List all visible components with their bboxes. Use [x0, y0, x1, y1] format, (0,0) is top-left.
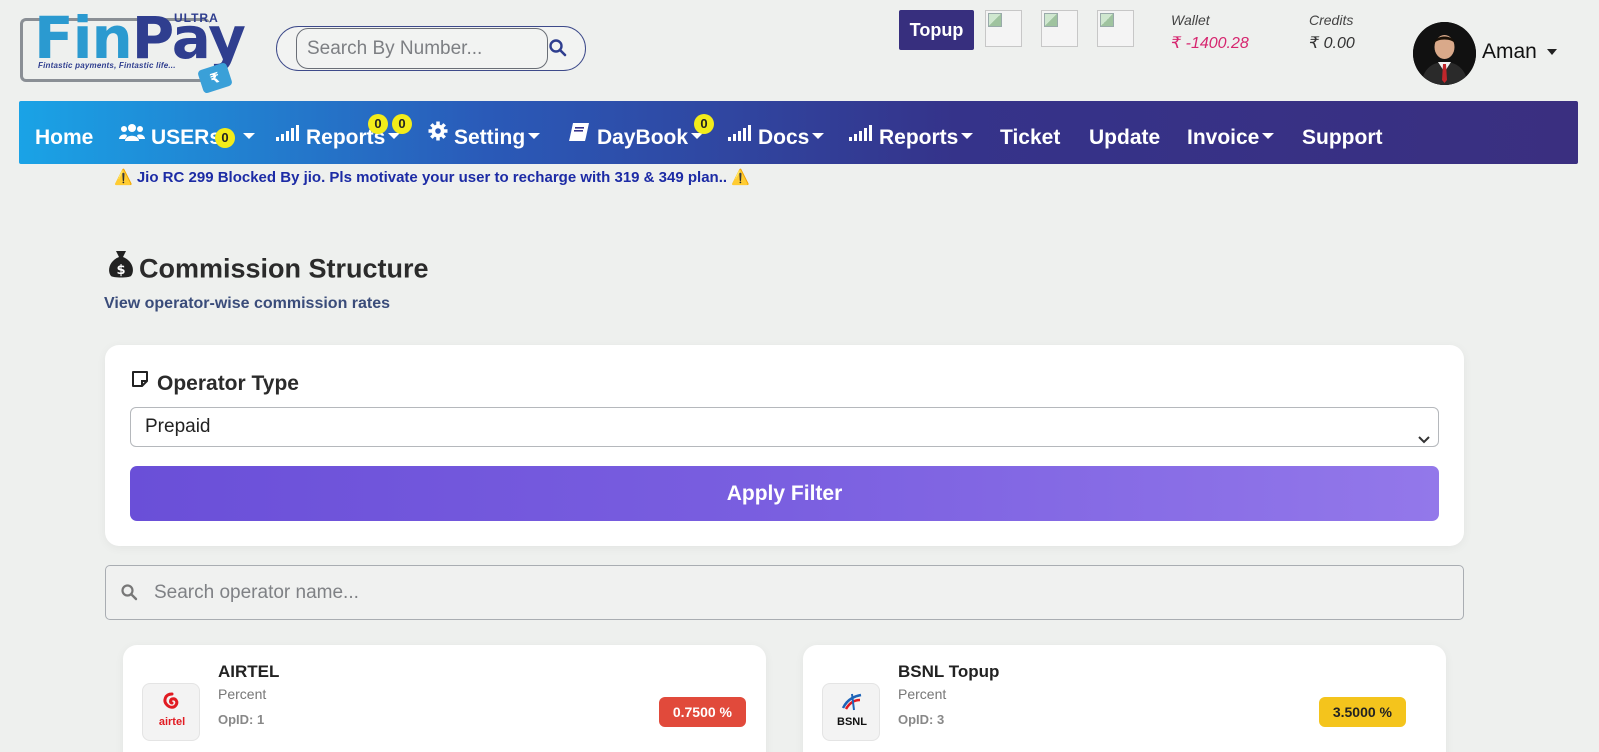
nav-ticket-label: Ticket: [1000, 126, 1061, 149]
chevron-down-icon: [691, 133, 704, 140]
nav-home[interactable]: Home: [35, 101, 93, 164]
book-icon: [569, 98, 591, 171]
number-search: [276, 26, 586, 71]
opid-label: OpID:: [898, 712, 934, 727]
avatar[interactable]: [1413, 22, 1476, 85]
wallet-label: Wallet: [1171, 12, 1210, 28]
signal-bars-icon: [849, 98, 873, 171]
nav-docs-label: Docs: [758, 126, 810, 149]
chevron-down-icon: [528, 133, 541, 140]
nav-update-label: Update: [1089, 126, 1161, 149]
nav-daybook[interactable]: DayBook 0: [569, 101, 714, 164]
daybook-badge: 0: [694, 114, 714, 134]
broken-image-icon[interactable]: [1097, 10, 1134, 47]
filter-card: Operator Type Prepaid Apply Filter: [105, 345, 1464, 546]
nav-support[interactable]: Support: [1302, 101, 1382, 164]
nav-invoice-label: Invoice: [1187, 126, 1260, 149]
page-subtitle: View operator-wise commission rates: [104, 295, 391, 312]
operator-id: OpID: 3: [898, 712, 944, 727]
operator-type-selected: Prepaid: [145, 416, 211, 437]
number-search-input[interactable]: [296, 28, 548, 69]
main-nav: Home USERs 0 Reports 0 0 Setting DayBook…: [19, 101, 1578, 164]
airtel-logo-icon: airtel: [142, 683, 200, 741]
chevron-down-icon: [961, 133, 974, 140]
brand-logo[interactable]: FinPay ULTRA Fintastic payments, Fintast…: [20, 6, 246, 95]
nav-docs[interactable]: Docs: [728, 101, 825, 164]
signal-bars-icon: [728, 98, 752, 171]
nav-daybook-label: DayBook: [597, 126, 689, 149]
operator-type: Percent: [218, 686, 267, 702]
signal-bars-icon: [276, 98, 300, 171]
page-title: $ Commission Structure: [107, 249, 429, 289]
broken-image-icon[interactable]: [985, 10, 1022, 47]
reports-badge-2: 0: [392, 114, 412, 134]
money-bag-icon: $: [107, 249, 135, 286]
logo-tagline: Fintastic payments, Fintastic life...: [38, 61, 176, 70]
wallet-value: ₹ -1400.28: [1171, 35, 1249, 52]
nav-setting[interactable]: Setting: [428, 101, 541, 164]
credits-balance: Credits ₹ 0.00: [1309, 12, 1355, 53]
operator-type-select[interactable]: Prepaid: [130, 407, 1439, 447]
operator-search: [105, 565, 1464, 620]
nav-reports-2[interactable]: Reports: [849, 101, 974, 164]
nav-users[interactable]: USERs 0: [119, 101, 256, 164]
users-count-badge: 0: [215, 128, 235, 148]
operator-type-label-text: Operator Type: [157, 372, 299, 395]
commission-rate-badge: 3.5000 %: [1318, 697, 1406, 727]
nav-update[interactable]: Update: [1089, 101, 1160, 164]
chevron-down-icon: [1262, 133, 1275, 140]
commission-rate-badge: 0.7500 %: [658, 697, 746, 727]
chevron-down-icon: [388, 133, 401, 140]
wallet-balance: Wallet ₹ -1400.28: [1171, 12, 1249, 53]
nav-invoice[interactable]: Invoice: [1187, 101, 1275, 164]
operator-card-bsnl[interactable]: BSNL BSNL Topup Percent OpID: 3 3.5000 %: [803, 645, 1446, 752]
notice-marquee: ⚠️ Jio RC 299 Blocked By jio. Pls motiva…: [114, 169, 750, 186]
opid-label: OpID:: [218, 712, 254, 727]
gear-icon: [428, 98, 448, 171]
operator-card-airtel[interactable]: airtel AIRTEL Percent OpID: 1 0.7500 %: [123, 645, 766, 752]
svg-text:$: $: [116, 263, 125, 278]
operator-name: AIRTEL: [218, 662, 280, 681]
user-menu-caret-icon[interactable]: [1547, 49, 1557, 55]
credits-label: Credits: [1309, 12, 1354, 28]
credits-value: ₹ 0.00: [1309, 35, 1355, 52]
bsnl-logo-text: BSNL: [837, 716, 867, 728]
sticky-note-icon: [131, 370, 149, 394]
nav-reports-1[interactable]: Reports 0 0: [276, 101, 412, 164]
operator-name: BSNL Topup: [898, 662, 1000, 681]
nav-users-label: USERs: [151, 126, 222, 149]
search-icon: [120, 583, 138, 606]
opid-value: 3: [937, 712, 945, 727]
opid-value: 1: [257, 712, 265, 727]
chevron-down-icon: [1418, 421, 1430, 459]
page-title-text: Commission Structure: [139, 253, 429, 284]
chevron-down-icon: [243, 133, 256, 140]
nav-reports-label: Reports: [879, 126, 959, 149]
operator-type-label: Operator Type: [131, 370, 299, 396]
broken-image-icon[interactable]: [1041, 10, 1078, 47]
nav-home-label: Home: [35, 126, 94, 149]
users-icon: [119, 98, 145, 171]
operator-type: Percent: [898, 686, 947, 702]
operator-id: OpID: 1: [218, 712, 264, 727]
topup-button[interactable]: Topup: [899, 10, 974, 50]
nav-ticket[interactable]: Ticket: [1000, 101, 1060, 164]
operator-search-input[interactable]: [146, 574, 1446, 612]
logo-ultra: ULTRA: [174, 11, 219, 25]
reports-badge-1: 0: [368, 114, 388, 134]
user-name[interactable]: Aman: [1482, 40, 1537, 64]
search-icon[interactable]: [548, 38, 570, 60]
apply-filter-button[interactable]: Apply Filter: [130, 466, 1439, 521]
chevron-down-icon: [812, 133, 825, 140]
nav-support-label: Support: [1302, 126, 1383, 149]
airtel-logo-text: airtel: [158, 716, 186, 728]
nav-setting-label: Setting: [454, 126, 526, 149]
bsnl-logo-icon: BSNL: [822, 683, 880, 741]
